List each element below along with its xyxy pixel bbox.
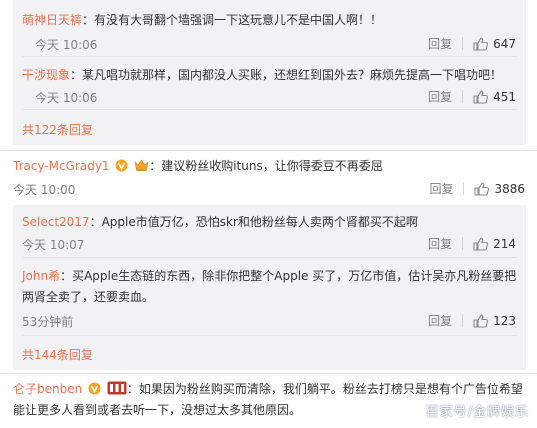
reply-button[interactable]: 回复 [429, 180, 453, 197]
crown-icon [134, 159, 149, 171]
reply-button[interactable]: 回复 [428, 312, 452, 329]
reply-username[interactable]: John希 [22, 269, 60, 283]
thumb-up-icon [473, 89, 489, 104]
action-divider [463, 182, 465, 195]
thumb-up-icon [473, 36, 489, 51]
like-count: 647 [493, 36, 516, 51]
reply-time: 53分钟前 [22, 315, 74, 329]
reply-text: ：有没有大哥翻个墙强调一下这玩意儿不是中国人啊！！ [82, 13, 383, 27]
action-divider [462, 90, 464, 103]
reply-button[interactable]: 回复 [428, 235, 452, 252]
reply-actions: 回复 123 [428, 312, 516, 329]
vip-v-icon [115, 159, 128, 172]
reply-actions: 回复 647 [428, 35, 516, 52]
action-divider [462, 37, 464, 50]
reply-actions: 回复 451 [428, 88, 516, 105]
divider [22, 56, 517, 57]
divider [22, 257, 517, 258]
like-button[interactable]: 123 [473, 314, 516, 328]
thumb-up-icon [473, 313, 489, 328]
comment-separator [0, 150, 537, 151]
reply-box-comment2: Select2017：Apple市值万亿，恐怕skr和他粉丝每人卖两个肾都买不起… [13, 205, 526, 370]
divider [22, 109, 517, 110]
like-button[interactable]: 214 [473, 237, 516, 251]
reply-button[interactable]: 回复 [428, 88, 452, 105]
reply-button[interactable]: 回复 [428, 35, 452, 52]
like-count: 451 [493, 89, 516, 104]
reply-item: 萌神日天裤：有没有大哥翻个墙强调一下这玩意儿不是中国人啊！！ [22, 11, 517, 28]
reply-item: Select2017：Apple市值万亿，恐怕skr和他粉丝每人卖两个肾都买不起… [22, 213, 517, 230]
like-count: 123 [493, 313, 516, 328]
reply-text-continued: 两肾全卖了，还要卖血。 [22, 290, 155, 304]
action-divider [462, 237, 464, 250]
like-button[interactable]: 451 [473, 90, 516, 104]
thumb-up-icon [474, 181, 490, 196]
reply-text: ：某凡唱功就那样，国内都没人买账，还想红到国外去？麻烦先提高一下唱功吧！ [70, 68, 503, 82]
like-count: 3886 [494, 181, 525, 196]
comment-username[interactable]: 仑子benben [13, 382, 82, 396]
reply-text: ：买Apple生态链的东西，除非你把整个Apple 买了，万亿市值，估计吴亦凡粉… [60, 269, 517, 283]
like-button[interactable]: 3886 [474, 182, 525, 196]
more-replies-link[interactable]: 共122条回复 [22, 121, 93, 138]
reply-username[interactable]: Select2017 [22, 215, 90, 229]
thumb-up-icon [473, 236, 489, 251]
reply-actions: 回复 214 [428, 235, 516, 252]
reply-item: John希：买Apple生态链的东西，除非你把整个Apple 买了，万亿市值，估… [22, 266, 517, 308]
reply-text: ：Apple市值万亿，恐怕skr和他粉丝每人卖两个肾都买不起啊 [89, 215, 418, 229]
reply-item: 干涉现象：某凡唱功就那样，国内都没人买账，还想红到国外去？麻烦先提高一下唱功吧！ [22, 66, 517, 83]
like-count: 214 [493, 236, 516, 251]
action-divider [462, 314, 464, 327]
member-badge-icon [107, 381, 127, 395]
more-replies-link[interactable]: 共144条回复 [22, 346, 93, 363]
comment-time: 今天 10:00 [13, 183, 76, 197]
vip-v-icon [88, 382, 101, 395]
like-button[interactable]: 647 [473, 37, 516, 51]
reply-time: 今天 10:06 [35, 38, 98, 52]
comment-separator [0, 373, 537, 374]
reply-time: 今天 10:06 [35, 91, 98, 105]
watermark: 百家号/金牌娱乐 [425, 405, 529, 420]
comment-username[interactable]: Tracy-McGrady1 [13, 159, 110, 173]
reply-username[interactable]: 萌神日天裤 [22, 13, 82, 27]
divider [22, 335, 517, 336]
comment-actions: 回复 3886 [429, 180, 525, 197]
reply-username[interactable]: 干涉现象 [22, 68, 70, 82]
comment-text: ：建议粉丝收购ituns，让你得委豆不再委屈 [149, 159, 383, 173]
comment-item: Tracy-McGrady1 ：建议粉丝收购ituns，让你得委豆不再委屈 [13, 157, 383, 174]
reply-box-thread1: 萌神日天裤：有没有大哥翻个墙强调一下这玩意儿不是中国人啊！！ 今天 10:06 … [13, 0, 526, 145]
comment-text: ：如果因为粉丝购买而清除，我们躺平。粉丝去打榜只是想有个广告位希望 [126, 382, 523, 396]
reply-time: 今天 10:07 [22, 238, 85, 252]
